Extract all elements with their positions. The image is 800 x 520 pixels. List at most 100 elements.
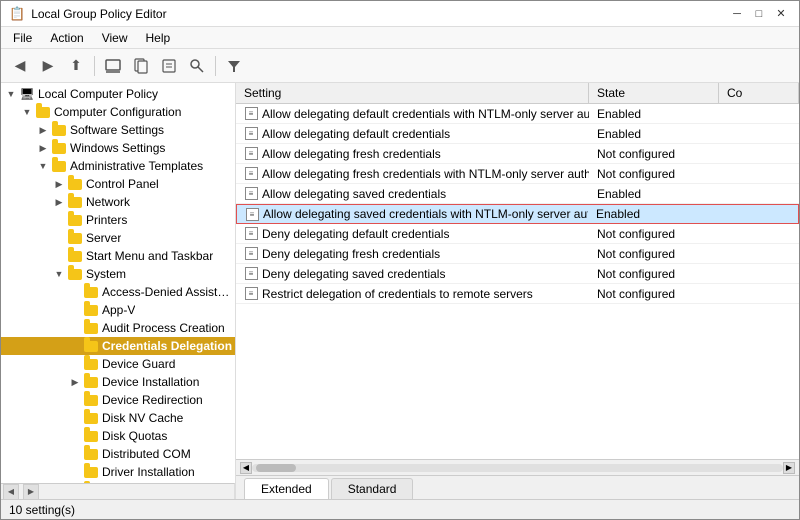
settings-table: Setting State Co ≡ Allow delegating defa… <box>236 83 799 459</box>
toggle-administrative-templates[interactable]: ▼ <box>35 158 51 174</box>
tree-item-driver-installation[interactable]: ▶ Driver Installation <box>1 463 235 481</box>
toolbar-btn-4[interactable] <box>184 53 210 79</box>
tree-item-printers[interactable]: ▶ Printers <box>1 211 235 229</box>
folder-icon-network <box>67 195 83 209</box>
label-device-guard: Device Guard <box>102 357 175 371</box>
toggle-local-computer-policy[interactable]: ▼ <box>3 86 19 102</box>
toggle-control-panel[interactable]: ▶ <box>51 176 67 192</box>
setting-label: Allow delegating saved credentials with … <box>263 207 588 221</box>
table-row[interactable]: ≡ Allow delegating saved credentials Ena… <box>236 184 799 204</box>
tree-item-control-panel[interactable]: ▶ Control Panel <box>1 175 235 193</box>
tree-item-disk-nv-cache[interactable]: ▶ Disk NV Cache <box>1 409 235 427</box>
toolbar-separator-1 <box>94 56 95 76</box>
title-left: 📋 Local Group Policy Editor <box>9 6 167 22</box>
folder-icon-computer-configuration <box>35 105 51 119</box>
table-row[interactable]: ≡ Deny delegating fresh credentials Not … <box>236 244 799 264</box>
setting-comment <box>719 112 799 116</box>
column-header-comment[interactable]: Co <box>719 83 799 103</box>
toggle-windows-settings[interactable]: ▶ <box>35 140 51 156</box>
tree-item-administrative-templates[interactable]: ▼ Administrative Templates <box>1 157 235 175</box>
minimize-button[interactable]: ─ <box>727 6 747 22</box>
setting-state: Not configured <box>589 225 719 243</box>
tree-item-credentials-delegation[interactable]: ▶ Credentials Delegation <box>1 337 235 355</box>
toggle-device-installation[interactable]: ▶ <box>67 374 83 390</box>
tree-item-network[interactable]: ▶ Network <box>1 193 235 211</box>
folder-icon-system <box>67 267 83 281</box>
tab-standard[interactable]: Standard <box>331 478 414 499</box>
toolbar: ◀ ▶ ⬆ <box>1 49 799 83</box>
scroll-right-button[interactable]: ▶ <box>23 484 39 500</box>
toggle-software-settings[interactable]: ▶ <box>35 122 51 138</box>
setting-name: ≡ Allow delegating saved credentials <box>236 185 589 203</box>
tree-item-app-v[interactable]: ▶ App-V <box>1 301 235 319</box>
scrollbar-thumb[interactable] <box>256 464 296 472</box>
toggle-network[interactable]: ▶ <box>51 194 67 210</box>
tree-item-distributed-com[interactable]: ▶ Distributed COM <box>1 445 235 463</box>
label-local-computer-policy: Local Computer Policy <box>38 87 158 101</box>
table-row[interactable]: ≡ Allow delegating default credentials w… <box>236 104 799 124</box>
tree-item-start-menu[interactable]: ▶ Start Menu and Taskbar <box>1 247 235 265</box>
label-device-installation: Device Installation <box>102 375 199 389</box>
forward-button[interactable]: ▶ <box>35 53 61 79</box>
folder-icon-device-redirection <box>83 393 99 407</box>
setting-label: Deny delegating fresh credentials <box>262 247 440 261</box>
tree-item-computer-configuration[interactable]: ▼ Computer Configuration <box>1 103 235 121</box>
table-row[interactable]: ≡ Allow delegating default credentials E… <box>236 124 799 144</box>
toolbar-btn-2[interactable] <box>128 53 154 79</box>
tree-item-local-computer-policy[interactable]: ▼ 🖥 Local Computer Policy <box>1 85 235 103</box>
label-start-menu: Start Menu and Taskbar <box>86 249 213 263</box>
scroll-right-arrow[interactable]: ▶ <box>783 462 795 474</box>
back-button[interactable]: ◀ <box>7 53 33 79</box>
menu-view[interactable]: View <box>94 29 136 47</box>
table-row[interactable]: ≡ Restrict delegation of credentials to … <box>236 284 799 304</box>
table-row[interactable]: ≡ Allow delegating fresh credentials Not… <box>236 144 799 164</box>
tree-item-disk-quotas[interactable]: ▶ Disk Quotas <box>1 427 235 445</box>
toolbar-btn-1[interactable] <box>100 53 126 79</box>
filter-button[interactable] <box>221 53 247 79</box>
label-server: Server <box>86 231 121 245</box>
toolbar-btn-3[interactable] <box>156 53 182 79</box>
tree-item-system[interactable]: ▼ System <box>1 265 235 283</box>
label-disk-quotas: Disk Quotas <box>102 429 167 443</box>
setting-name: ≡ Allow delegating saved credentials wit… <box>237 205 588 223</box>
folder-icon-credentials-delegation <box>83 339 99 353</box>
table-row-selected[interactable]: ≡ Allow delegating saved credentials wit… <box>236 204 799 224</box>
tab-extended[interactable]: Extended <box>244 478 329 499</box>
menu-file[interactable]: File <box>5 29 40 47</box>
toggle-computer-configuration[interactable]: ▼ <box>19 104 35 120</box>
toggle-system[interactable]: ▼ <box>51 266 67 282</box>
tree-item-server[interactable]: ▶ Server <box>1 229 235 247</box>
tree-item-windows-settings[interactable]: ▶ Windows Settings <box>1 139 235 157</box>
scroll-left-button[interactable]: ◀ <box>3 484 19 500</box>
toolbar-separator-2 <box>215 56 216 76</box>
tree-item-device-redirection[interactable]: ▶ Device Redirection <box>1 391 235 409</box>
column-header-state[interactable]: State <box>589 83 719 103</box>
scroll-left-arrow[interactable]: ◀ <box>240 462 252 474</box>
left-panel-scrollbar: ◀ ▶ <box>1 483 235 499</box>
setting-label: Deny delegating saved credentials <box>262 267 445 281</box>
main-content: ▼ 🖥 Local Computer Policy ▼ Computer Con… <box>1 83 799 499</box>
up-button[interactable]: ⬆ <box>63 53 89 79</box>
tree-item-device-installation[interactable]: ▶ Device Installation <box>1 373 235 391</box>
tree-item-access-denied[interactable]: ▶ Access-Denied Assistance <box>1 283 235 301</box>
menu-help[interactable]: Help <box>138 29 179 47</box>
setting-icon: ≡ <box>244 187 258 201</box>
title-buttons: ─ □ ✕ <box>727 6 791 22</box>
table-row[interactable]: ≡ Allow delegating fresh credentials wit… <box>236 164 799 184</box>
close-button[interactable]: ✕ <box>771 6 791 22</box>
setting-comment <box>719 132 799 136</box>
label-access-denied: Access-Denied Assistance <box>102 285 233 299</box>
tree-item-audit-process[interactable]: ▶ Audit Process Creation <box>1 319 235 337</box>
table-row[interactable]: ≡ Deny delegating default credentials No… <box>236 224 799 244</box>
menu-action[interactable]: Action <box>42 29 91 47</box>
folder-icon-device-guard <box>83 357 99 371</box>
setting-icon: ≡ <box>244 267 258 281</box>
tree-item-software-settings[interactable]: ▶ Software Settings <box>1 121 235 139</box>
table-row[interactable]: ≡ Deny delegating saved credentials Not … <box>236 264 799 284</box>
tree-item-device-guard[interactable]: ▶ Device Guard <box>1 355 235 373</box>
folder-icon-app-v <box>83 303 99 317</box>
setting-state: Not configured <box>589 145 719 163</box>
column-header-setting[interactable]: Setting <box>236 83 589 103</box>
maximize-button[interactable]: □ <box>749 6 769 22</box>
folder-icon-control-panel <box>67 177 83 191</box>
